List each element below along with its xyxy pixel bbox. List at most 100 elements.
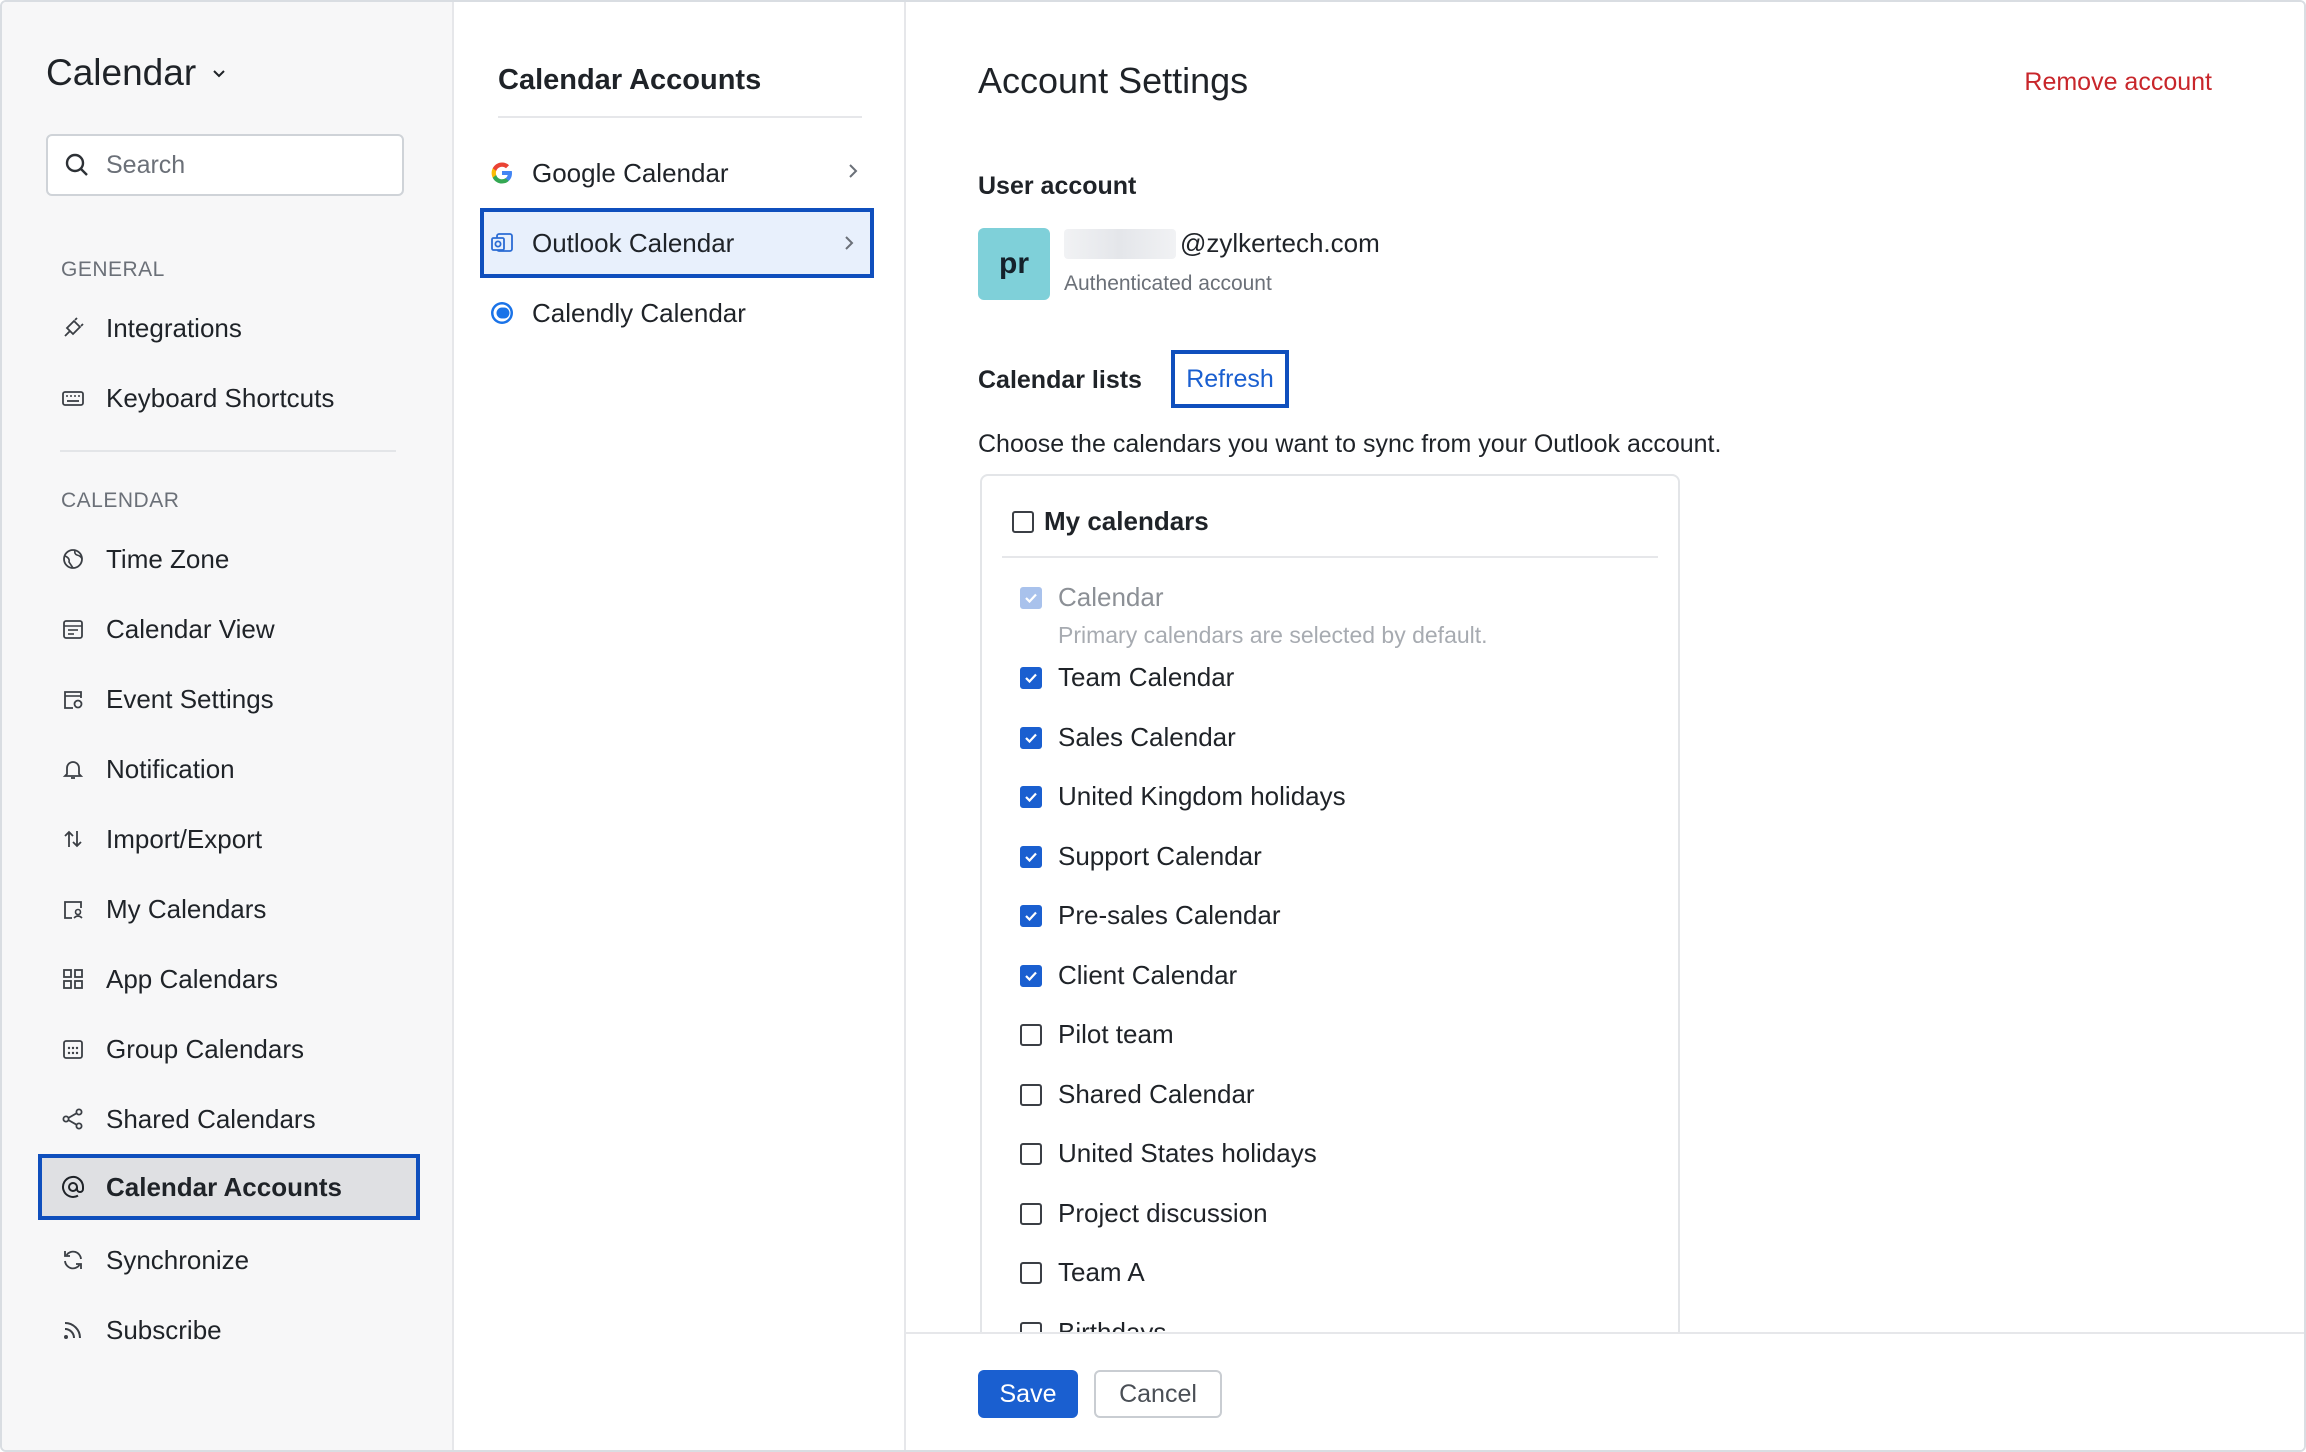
remove-account-link[interactable]: Remove account bbox=[2024, 68, 2212, 97]
calendar-row[interactable]: United States holidays bbox=[1020, 1138, 1317, 1169]
sidebar-item-label: Group Calendars bbox=[106, 1033, 304, 1064]
outlook-icon bbox=[488, 229, 516, 257]
email-domain: @zylkertech.com bbox=[1180, 228, 1380, 258]
calendar-checkbox[interactable] bbox=[1020, 1083, 1042, 1106]
calendar-row[interactable]: Support Calendar bbox=[1020, 841, 1262, 872]
settings-sidebar: Calendar GENERAL Integrations Keyboard S… bbox=[2, 2, 454, 1450]
auth-status: Authenticated account bbox=[1064, 272, 1272, 295]
calendar-checkbox[interactable] bbox=[1020, 904, 1042, 927]
app-switcher[interactable]: Calendar bbox=[46, 52, 226, 94]
search-box[interactable] bbox=[46, 134, 404, 196]
refresh-button[interactable]: Refresh bbox=[1171, 350, 1289, 408]
sidebar-item-label: Notification bbox=[106, 753, 235, 784]
sidebar-item-subscribe[interactable]: Subscribe bbox=[38, 1298, 418, 1362]
calendar-checkbox[interactable] bbox=[1020, 964, 1042, 987]
calendar-checkbox[interactable] bbox=[1020, 666, 1042, 689]
calendar-section-label: CALENDAR bbox=[61, 489, 180, 512]
panel-title: Calendar Accounts bbox=[498, 64, 762, 96]
calendar-checkbox[interactable] bbox=[1020, 785, 1042, 808]
calendar-list: My calendars Calendar Primary calendars … bbox=[980, 474, 1680, 1344]
sidebar-item-label: My Calendars bbox=[106, 893, 267, 924]
sidebar-item-synchronize[interactable]: Synchronize bbox=[38, 1228, 418, 1292]
share-icon bbox=[60, 1106, 86, 1132]
calendar-row[interactable]: Client Calendar bbox=[1020, 960, 1237, 991]
sidebar-item-import-export[interactable]: Import/Export bbox=[38, 807, 418, 871]
redacted-username bbox=[1064, 228, 1176, 259]
sidebar-item-event-settings[interactable]: Event Settings bbox=[38, 667, 418, 731]
sidebar-item-calendar-view[interactable]: Calendar View bbox=[38, 597, 418, 661]
calendar-row[interactable]: Pilot team bbox=[1020, 1019, 1174, 1050]
calendar-row-primary: Calendar bbox=[1020, 582, 1164, 613]
calendar-checkbox[interactable] bbox=[1020, 845, 1042, 868]
calendly-icon bbox=[488, 299, 516, 327]
calendar-checkbox[interactable] bbox=[1020, 1202, 1042, 1225]
account-item-outlook[interactable]: Outlook Calendar bbox=[480, 208, 874, 278]
primary-hint: Primary calendars are selected by defaul… bbox=[1058, 622, 1488, 648]
sidebar-item-integrations[interactable]: Integrations bbox=[38, 296, 418, 360]
calendar-label: Sales Calendar bbox=[1058, 722, 1236, 752]
group-label: My calendars bbox=[1044, 506, 1209, 536]
cancel-button[interactable]: Cancel bbox=[1094, 1370, 1222, 1418]
bell-icon bbox=[60, 756, 86, 782]
chevron-down-icon bbox=[213, 70, 225, 78]
calendar-row[interactable]: Team Calendar bbox=[1020, 662, 1234, 693]
sidebar-item-time-zone[interactable]: Time Zone bbox=[38, 527, 418, 591]
calendar-row[interactable]: Sales Calendar bbox=[1020, 722, 1236, 753]
sidebar-item-notification[interactable]: Notification bbox=[38, 737, 418, 801]
calendar-label: Team Calendar bbox=[1058, 662, 1235, 692]
panel-divider bbox=[498, 116, 862, 118]
check-icon bbox=[1025, 852, 1037, 862]
sidebar-item-my-calendars[interactable]: My Calendars bbox=[38, 877, 418, 941]
sidebar-item-shared-calendars[interactable]: Shared Calendars bbox=[38, 1087, 418, 1151]
calendar-checkbox[interactable] bbox=[1020, 1023, 1042, 1046]
check-icon bbox=[1025, 911, 1037, 921]
calendar-row[interactable]: United Kingdom holidays bbox=[1020, 781, 1346, 812]
event-settings-icon bbox=[60, 686, 86, 712]
calendar-lists-heading: Calendar lists bbox=[978, 366, 1142, 394]
save-button[interactable]: Save bbox=[978, 1370, 1078, 1418]
calendar-row[interactable]: Project discussion bbox=[1020, 1198, 1268, 1229]
calendar-checkbox[interactable] bbox=[1020, 726, 1042, 749]
group-checkbox[interactable] bbox=[1012, 510, 1034, 533]
sidebar-item-label: Synchronize bbox=[106, 1244, 250, 1275]
app-grid-icon bbox=[60, 966, 86, 992]
calendar-row[interactable]: Team A bbox=[1020, 1257, 1145, 1288]
sidebar-item-label: Import/Export bbox=[106, 823, 263, 854]
sidebar-item-group-calendars[interactable]: Group Calendars bbox=[38, 1017, 418, 1081]
primary-checkbox bbox=[1020, 586, 1042, 609]
search-icon bbox=[65, 153, 88, 176]
footer-actions: Save Cancel bbox=[906, 1332, 2304, 1450]
account-item-google[interactable]: Google Calendar bbox=[480, 140, 874, 206]
sidebar-item-app-calendars[interactable]: App Calendars bbox=[38, 947, 418, 1011]
calendar-checkbox[interactable] bbox=[1020, 1261, 1042, 1284]
sidebar-item-keyboard-shortcuts[interactable]: Keyboard Shortcuts bbox=[38, 366, 418, 430]
user-account-heading: User account bbox=[978, 172, 1137, 200]
calendar-row[interactable]: Pre-sales Calendar bbox=[1020, 900, 1281, 931]
sidebar-item-label: Subscribe bbox=[106, 1314, 222, 1345]
calendar-row[interactable]: Shared Calendar bbox=[1020, 1079, 1255, 1110]
sidebar-item-label: Keyboard Shortcuts bbox=[106, 382, 335, 413]
calendar-label: Project discussion bbox=[1058, 1198, 1268, 1228]
page-title: Account Settings bbox=[978, 60, 1249, 101]
account-item-label: Google Calendar bbox=[532, 157, 729, 188]
sidebar-item-calendar-accounts[interactable]: Calendar Accounts bbox=[38, 1154, 420, 1220]
search-input[interactable] bbox=[104, 149, 388, 181]
avatar: pr bbox=[978, 228, 1050, 300]
account-email: @zylkertech.com bbox=[1064, 228, 1380, 259]
my-calendars-icon bbox=[60, 896, 86, 922]
plug-icon bbox=[60, 315, 86, 341]
calendar-label: Pre-sales Calendar bbox=[1058, 900, 1281, 930]
calendar-label: United Kingdom holidays bbox=[1058, 781, 1346, 811]
sync-icon bbox=[60, 1247, 86, 1273]
sidebar-item-label: Integrations bbox=[106, 312, 242, 343]
sidebar-item-label: App Calendars bbox=[106, 963, 278, 994]
my-calendars-group[interactable]: My calendars bbox=[1012, 506, 1209, 537]
sync-description: Choose the calendars you want to sync fr… bbox=[978, 430, 1722, 458]
calendar-checkbox[interactable] bbox=[1020, 1142, 1042, 1165]
group-calendar-icon bbox=[60, 1036, 86, 1062]
import-export-icon bbox=[60, 826, 86, 852]
calendar-label: Support Calendar bbox=[1058, 841, 1262, 871]
account-settings-pane: Account Settings Remove account User acc… bbox=[906, 2, 2304, 1450]
app-title: Calendar bbox=[46, 52, 197, 93]
account-item-calendly[interactable]: Calendly Calendar bbox=[480, 280, 874, 346]
